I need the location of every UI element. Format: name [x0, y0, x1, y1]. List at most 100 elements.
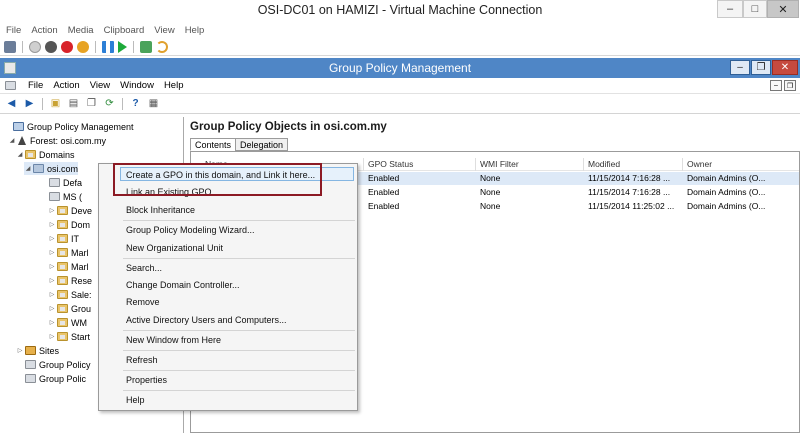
gpm-menu-view[interactable]: View — [90, 80, 110, 91]
tree-toggle[interactable]: ◢ — [8, 137, 16, 144]
gpm-minimize-button[interactable]: – — [730, 60, 750, 75]
tree-item-ou[interactable]: ▷ WM — [48, 316, 87, 329]
mdi-minimize-button[interactable]: – — [770, 80, 782, 91]
tree-item-ou[interactable]: ▷ Marl — [48, 246, 89, 259]
vm-maximize-button[interactable]: □ — [743, 0, 767, 18]
tree-toggle[interactable]: ▷ — [48, 249, 56, 256]
tree-item-gp-results[interactable]: Group Polic — [24, 372, 86, 385]
vm-menu-help[interactable]: Help — [185, 25, 205, 36]
tree-toggle[interactable]: ◢ — [24, 165, 32, 172]
column-header-gpo-status[interactable]: GPO Status — [368, 159, 413, 169]
tree-item-label: Forest: osi.com.my — [30, 135, 107, 146]
tree-item-ou[interactable]: ▷ Rese — [48, 274, 92, 287]
wmi-filter-cell: None — [480, 173, 501, 183]
column-divider[interactable] — [583, 158, 584, 171]
column-header-owner[interactable]: Owner — [687, 159, 712, 169]
revert-icon[interactable] — [156, 40, 168, 53]
menu-item-refresh[interactable]: Refresh — [126, 355, 158, 365]
save-icon[interactable] — [77, 40, 89, 53]
menu-item-change-domain-controller[interactable]: Change Domain Controller... — [126, 280, 240, 290]
checkpoint-icon[interactable] — [140, 40, 152, 53]
tree-toggle[interactable]: ▷ — [48, 319, 56, 326]
tree-toggle[interactable]: ▷ — [48, 305, 56, 312]
vm-menu-media[interactable]: Media — [68, 25, 94, 36]
tree-item-ou[interactable]: ▷ Grou — [48, 302, 91, 315]
tab-delegation[interactable]: Delegation — [235, 138, 289, 151]
tree-item-gpo-link[interactable]: Defa — [40, 176, 82, 189]
vm-menu-view[interactable]: View — [154, 25, 174, 36]
tree-item-gp-modeling[interactable]: Group Policy — [24, 358, 91, 371]
back-icon[interactable]: ◀ — [4, 96, 19, 111]
forward-icon[interactable]: ▶ — [22, 96, 37, 111]
menu-item-new-window-from-here[interactable]: New Window from Here — [126, 335, 221, 345]
column-header-modified[interactable]: Modified — [588, 159, 620, 169]
show-tree-icon[interactable]: ▤ — [66, 96, 81, 111]
gpm-menu-file[interactable]: File — [28, 80, 43, 91]
tree-toggle[interactable]: ▷ — [48, 263, 56, 270]
tree-toggle[interactable]: ▷ — [48, 291, 56, 298]
tree-toggle[interactable]: ▷ — [48, 221, 56, 228]
vm-menu-action[interactable]: Action — [31, 25, 57, 36]
properties-icon[interactable]: ▦ — [146, 96, 161, 111]
menu-item-properties[interactable]: Properties — [126, 375, 167, 385]
vm-menu-file[interactable]: File — [6, 25, 21, 36]
tree-item-ou[interactable]: ▷ Start — [48, 330, 90, 343]
help-icon[interactable]: ? — [128, 96, 143, 111]
tree-item-gpm-root[interactable]: Group Policy Management — [4, 120, 134, 133]
pause-icon[interactable] — [102, 40, 114, 53]
copy-icon[interactable]: ❐ — [84, 96, 99, 111]
shutdown-icon[interactable] — [61, 40, 73, 53]
tree-item-label: Defa — [63, 177, 83, 188]
tree-item-ou[interactable]: ▷ IT — [48, 232, 79, 245]
gpo-status-cell: Enabled — [368, 187, 400, 197]
tree-toggle[interactable]: ▷ — [48, 277, 56, 284]
tree-item-forest[interactable]: ◢ Forest: osi.com.my — [8, 134, 106, 147]
menu-item-remove[interactable]: Remove — [126, 297, 160, 307]
column-divider[interactable] — [475, 158, 476, 171]
menu-item-help[interactable]: Help — [126, 395, 145, 405]
tree-item-ou[interactable]: ▷ Dom — [48, 218, 90, 231]
tab-contents[interactable]: Contents — [190, 138, 237, 151]
tree-item-ou[interactable]: ▷ Sale: — [48, 288, 92, 301]
menu-item-block-inheritance[interactable]: Block Inheritance — [126, 205, 195, 215]
ctrl-alt-del-icon[interactable] — [4, 40, 16, 53]
tree-item-sites[interactable]: ▷ Sites — [16, 344, 59, 357]
start-icon[interactable] — [29, 40, 41, 53]
tree-item-label: Rese — [71, 275, 93, 286]
tree-item-label: Sale: — [71, 289, 92, 300]
tree-item-label: Domains — [39, 149, 75, 160]
column-divider[interactable] — [363, 158, 364, 171]
vm-close-button[interactable]: ✕ — [767, 0, 799, 18]
folder-icon — [25, 150, 36, 159]
tree-toggle[interactable]: ▷ — [16, 347, 24, 354]
gp-results-icon — [25, 374, 36, 383]
vm-minimize-button[interactable]: – — [717, 0, 743, 18]
tree-item-gpo-link[interactable]: MS ( — [40, 190, 82, 203]
tree-toggle[interactable]: ▷ — [48, 333, 56, 340]
tree-item-domains[interactable]: ◢ Domains — [16, 148, 75, 161]
refresh-icon[interactable]: ⟳ — [102, 96, 117, 111]
gpm-maximize-button[interactable]: ❐ — [751, 60, 771, 75]
gpm-menu-help[interactable]: Help — [164, 80, 184, 91]
resume-icon[interactable] — [118, 40, 127, 53]
menu-item-ad-users-computers[interactable]: Active Directory Users and Computers... — [126, 315, 287, 325]
toolbar-separator — [95, 40, 96, 53]
tree-toggle[interactable]: ▷ — [48, 207, 56, 214]
gpm-close-button[interactable]: ✕ — [772, 60, 798, 75]
tree-item-ou[interactable]: ▷ Marl — [48, 260, 89, 273]
tree-toggle[interactable]: ◢ — [16, 151, 24, 158]
column-divider[interactable] — [682, 158, 683, 171]
vm-menu-clipboard[interactable]: Clipboard — [104, 25, 145, 36]
up-folder-icon[interactable]: ▣ — [48, 96, 63, 111]
menu-item-search[interactable]: Search... — [126, 263, 162, 273]
menu-item-gp-modeling-wizard[interactable]: Group Policy Modeling Wizard... — [126, 225, 255, 235]
gpm-menu-window[interactable]: Window — [120, 80, 154, 91]
tree-toggle[interactable]: ▷ — [48, 235, 56, 242]
tree-item-domain-osi[interactable]: ◢ osi.com — [24, 162, 79, 175]
turn-off-icon[interactable] — [45, 40, 57, 53]
gpm-menu-action[interactable]: Action — [53, 80, 79, 91]
column-header-wmi-filter[interactable]: WMI Filter — [480, 159, 519, 169]
menu-item-new-ou[interactable]: New Organizational Unit — [126, 243, 223, 253]
mdi-restore-button[interactable]: ❐ — [784, 80, 796, 91]
tree-item-ou[interactable]: ▷ Deve — [48, 204, 92, 217]
